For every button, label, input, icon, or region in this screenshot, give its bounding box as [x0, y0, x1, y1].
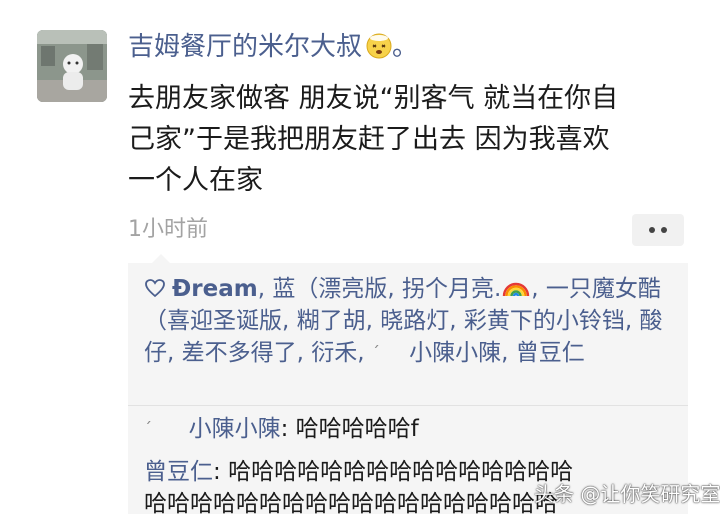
like-name[interactable]: Ðream: [172, 276, 258, 302]
like-name[interactable]: 曾豆仁: [516, 340, 585, 366]
post-username-row: 吉姆餐厅的米尔大叔 。: [128, 30, 418, 64]
comment-text: 哈哈哈哈哈哈哈哈哈哈哈哈哈哈哈哈哈哈: [144, 491, 558, 514]
like-name[interactable]: 糊了胡: [297, 308, 366, 334]
comment-continuation: 哈哈哈哈哈哈哈哈哈哈哈哈哈哈哈哈哈哈: [144, 488, 558, 514]
like-name[interactable]: 小陳小陳: [409, 340, 501, 366]
more-actions-button[interactable]: [632, 214, 684, 246]
like-name[interactable]: 衍禾: [311, 340, 357, 366]
like-name[interactable]: 彩黄下的小铃铛: [464, 308, 625, 334]
likes-list: Ðream, 蓝（漂亮版, 拐个月亮. , 一只魔女酷（喜迎圣诞版, 糊了胡, …: [144, 276, 663, 366]
ellipsis-icon: [649, 227, 655, 233]
comment-author[interactable]: 曾豆仁: [144, 459, 213, 485]
post-text: 去朋友家做客 朋友说“别客气 就当在你自 己家”于是我把朋友赶了出去 因为我喜欢…: [128, 78, 688, 201]
rainbow-icon: [503, 282, 530, 297]
avatar[interactable]: [37, 30, 107, 102]
panel-caret: [152, 254, 170, 263]
like-name[interactable]: 差不多得了: [182, 340, 297, 366]
post-username-suffix: 。: [392, 32, 419, 62]
comment-text: 哈哈哈哈哈哈哈哈哈哈哈哈哈哈哈: [228, 459, 574, 485]
post-text-line: 一个人在家: [128, 165, 263, 196]
tiny-avatar-mark: ˊ: [144, 419, 152, 438]
post-time: 1小时前: [128, 217, 208, 242]
comment-author[interactable]: 小陳小陳: [189, 416, 281, 442]
like-name[interactable]: 拐个月亮.: [402, 276, 501, 302]
avatar-image: [37, 30, 107, 102]
post-text-line: 去朋友家做客 朋友说“别客气 就当在你自: [128, 83, 619, 114]
panel-divider: [128, 405, 688, 406]
heart-outline-icon: [145, 279, 165, 298]
dizzy-face-icon: [366, 33, 392, 59]
post-username[interactable]: 吉姆餐厅的米尔大叔: [128, 32, 362, 62]
watermark: 头条 @让你笑研究室: [534, 482, 720, 506]
comment-item[interactable]: 曾豆仁: 哈哈哈哈哈哈哈哈哈哈哈哈哈哈哈: [144, 456, 573, 488]
tiny-avatar-mark: ˊ: [371, 343, 380, 362]
comment-item[interactable]: ˊ 小陳小陳: 哈哈哈哈哈f: [144, 413, 419, 445]
post-text-line: 己家”于是我把朋友赶了出去 因为我喜欢: [128, 124, 610, 155]
ellipsis-icon: [661, 227, 667, 233]
like-name[interactable]: 蓝（漂亮版: [272, 276, 387, 302]
comment-text: 哈哈哈哈哈f: [295, 416, 419, 442]
like-name[interactable]: 晓路灯: [380, 308, 449, 334]
likes-comments-panel: Ðream, 蓝（漂亮版, 拐个月亮. , 一只魔女酷（喜迎圣诞版, 糊了胡, …: [128, 263, 688, 514]
